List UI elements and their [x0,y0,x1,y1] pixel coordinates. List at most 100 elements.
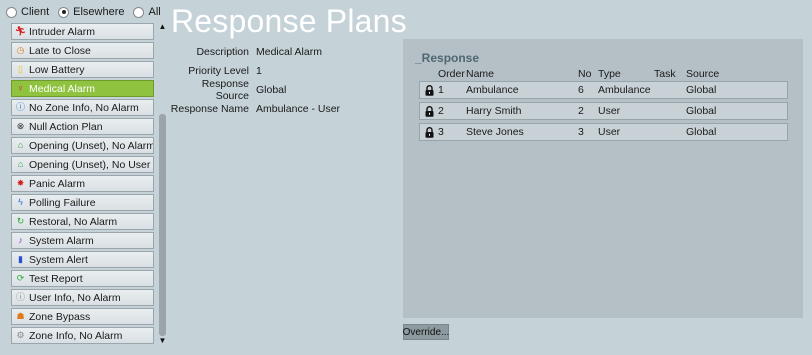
plan-item[interactable]: 🏃︎ Intruder Alarm [11,23,154,40]
response-table-header: Order Name No Type Task Source [403,68,803,81]
plan-item[interactable]: ⌂ Opening (Unset), No Alarm [11,137,154,154]
plan-item[interactable]: ✸ Panic Alarm [11,175,154,192]
scope-radio-client[interactable]: Client [6,6,49,18]
plan-item[interactable]: ⌂ Opening (Unset), No User [11,156,154,173]
plan-list-scrollbar[interactable]: ▲ ▼ [158,22,167,346]
bypass-icon: ☗ [16,311,25,321]
response-cell-order: 3 [438,126,444,138]
user-info-icon: ⓘ [15,292,25,302]
radio-button[interactable] [6,6,17,18]
column-header-order[interactable]: Order [438,68,465,80]
plan-item[interactable]: ♪ System Alarm [11,232,154,249]
response-cell-order: 1 [438,84,444,96]
plan-item-label: Test Report [29,272,83,285]
plan-item-label: Low Battery [29,63,85,76]
plan-item[interactable]: ⓘ No Zone Info, No Alarm [11,99,154,116]
radio-label: Client [21,6,50,18]
radio-label: Elsewhere [73,6,125,18]
response-cell-no: 2 [578,105,584,117]
response-cell-order: 2 [438,105,444,117]
detail-label: Description [196,45,249,58]
unlock-icon: ⌂ [17,159,24,169]
lock-icon [425,106,434,117]
column-header-no[interactable]: No [578,68,591,80]
scroll-up-arrow-icon[interactable]: ▲ [158,22,167,32]
response-row[interactable]: 2 Harry Smith 2 User Global [419,102,788,120]
plan-item-label: Opening (Unset), No User [29,158,151,171]
scroll-thumb[interactable] [159,114,166,336]
panic-icon: ✸ [16,178,25,188]
plan-item[interactable]: ↻ Restoral, No Alarm [11,213,154,230]
clock-icon: ◷ [16,45,25,55]
plan-item-label: Null Action Plan [29,120,103,133]
response-panel-title: _Response [415,51,480,65]
response-panel: _Response Order Name No Type Task Source… [403,39,803,318]
null-circle-icon: ⊗ [16,121,25,131]
override-button[interactable]: Override... [403,324,449,340]
scope-radio-group: Client Elsewhere All [6,5,161,19]
response-cell-type: User [598,126,621,138]
response-cell-type: User [598,105,621,117]
column-header-source[interactable]: Source [686,68,719,80]
scroll-down-arrow-icon[interactable]: ▼ [158,336,167,346]
detail-value: Ambulance - User [256,102,341,115]
plan-item[interactable]: ▮ System Alert [11,251,154,268]
medical-person-icon: ♀ [17,83,24,93]
restore-arrow-icon: ↻ [16,216,25,226]
plan-item[interactable]: ⊗ Null Action Plan [11,118,154,135]
lock-icon [425,127,434,138]
running-man-icon: 🏃︎ [14,26,27,36]
response-cell-no: 3 [578,126,584,138]
scope-radio-all[interactable]: All [133,6,161,18]
unlock-icon: ⌂ [17,140,24,150]
detail-label: Response Source [201,77,249,102]
plan-item-label: No Zone Info, No Alarm [29,101,139,114]
thermometer-icon: ▮ [18,254,23,264]
plan-list: 🏃︎ Intruder Alarm ◷ Late to Close ▯ Low Batte… [11,23,154,346]
response-cell-source: Global [686,126,717,138]
battery-icon: ▯ [18,64,23,74]
plan-item-label: System Alarm [29,234,94,247]
response-cell-no: 6 [578,84,584,96]
detail-value: Global [256,83,287,96]
column-header-name[interactable]: Name [466,68,494,80]
response-cell-name: Harry Smith [466,105,522,117]
plan-item[interactable]: ⟳ Test Report [11,270,154,287]
detail-value: Medical Alarm [256,45,322,58]
scope-radio-elsewhere[interactable]: Elsewhere [58,6,124,18]
gear-info-icon: ⚙ [16,330,25,340]
radio-label: All [148,6,161,18]
lock-icon [425,85,434,96]
plan-item-label: Intruder Alarm [29,25,95,38]
detail-row: Description Medical Alarm [170,42,340,61]
plan-item[interactable]: ♀ Medical Alarm [11,80,154,97]
refresh-icon: ⟳ [16,273,25,283]
plan-item[interactable]: ⚙ Zone Info, No Alarm [11,327,154,344]
plan-item-label: Zone Info, No Alarm [29,329,123,342]
response-cell-type: Ambulance [598,84,651,96]
radio-button[interactable] [133,6,145,18]
response-cell-source: Global [686,84,717,96]
detail-value: 1 [256,64,262,77]
column-header-type[interactable]: Type [598,68,621,80]
plan-item[interactable]: ϟ Polling Failure [11,194,154,211]
radio-button[interactable] [58,6,70,18]
response-row[interactable]: 1 Ambulance 6 Ambulance Global [419,81,788,99]
plan-item[interactable]: ◷ Late to Close [11,42,154,59]
response-rows: 1 Ambulance 6 Ambulance Global 2 Harry Smith 2 U… [419,81,788,144]
plan-item-label: Restoral, No Alarm [29,215,118,228]
detail-row: Response Name Ambulance - User [170,99,340,118]
column-header-task[interactable]: Task [654,68,676,80]
plan-item-label: Medical Alarm [29,82,95,95]
plan-item-label: Polling Failure [29,196,96,209]
response-cell-source: Global [686,105,717,117]
plan-item[interactable]: ▯ Low Battery [11,61,154,78]
response-row[interactable]: 3 Steve Jones 3 User Global [419,123,788,141]
page-title: Response Plans [171,3,407,39]
plan-item-label: Panic Alarm [29,177,86,190]
response-cell-name: Ambulance [466,84,519,96]
system-alarm-icon: ♪ [18,235,23,245]
plan-item[interactable]: ⓘ User Info, No Alarm [11,289,154,306]
detail-label: Response Name [170,102,249,115]
plan-item[interactable]: ☗ Zone Bypass [11,308,154,325]
